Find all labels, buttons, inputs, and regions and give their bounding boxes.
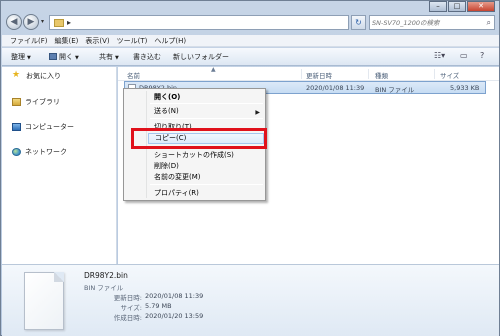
- nav-label: コンピューター: [25, 123, 74, 131]
- menu-help[interactable]: ヘルプ(H): [154, 35, 186, 46]
- column-modified[interactable]: 更新日時: [306, 70, 332, 80]
- column-name[interactable]: 名前: [127, 70, 140, 80]
- forward-button[interactable]: ▶: [23, 14, 39, 30]
- menu-separator: [150, 118, 263, 119]
- details-filename: DR98Y2.bin: [84, 271, 128, 280]
- refresh-button[interactable]: ↻: [351, 15, 366, 30]
- nav-label: ライブラリ: [25, 98, 60, 106]
- column-headers: ▲ 名前 更新日時 種類 サイズ: [118, 66, 499, 81]
- details-size-value: 5.79 MB: [145, 302, 172, 310]
- nav-item-computer[interactable]: コンピューター: [12, 122, 74, 132]
- window-controls: – □ ✕: [428, 1, 495, 13]
- menu-separator: [150, 184, 263, 185]
- share-label: 共有: [99, 53, 113, 61]
- menu-tools[interactable]: ツール(T): [117, 35, 148, 46]
- menu-bar: ファイル(F) 編集(E) 表示(V) ツール(T) ヘルプ(H): [2, 35, 499, 47]
- minimize-button[interactable]: –: [429, 1, 447, 12]
- organize-label: 整理: [11, 53, 25, 61]
- details-modified-value: 2020/01/08 11:39: [145, 292, 204, 300]
- back-button[interactable]: ◀: [6, 14, 22, 30]
- nav-label: ネットワーク: [25, 148, 67, 156]
- recent-pages-dropdown-icon[interactable]: ▾: [41, 18, 44, 25]
- computer-icon: [12, 123, 21, 131]
- share-button[interactable]: 共有 ▼: [99, 52, 119, 63]
- file-size: 5,933 KB: [450, 84, 480, 92]
- column-divider[interactable]: [368, 69, 369, 79]
- menu-view[interactable]: 表示(V): [85, 35, 109, 46]
- burn-label: 書き込む: [133, 53, 161, 61]
- details-size-label: サイズ:: [120, 304, 143, 312]
- close-button[interactable]: ✕: [467, 1, 495, 12]
- menu-item-open[interactable]: 開く(O): [154, 92, 180, 102]
- details-type: BIN ファイル: [84, 284, 124, 292]
- menu-item-send-to[interactable]: 送る(N): [154, 106, 179, 116]
- nav-item-network[interactable]: ネットワーク: [12, 147, 67, 157]
- star-icon: ★: [12, 70, 21, 80]
- column-size[interactable]: サイズ: [440, 70, 459, 80]
- copy-highlight-box: [131, 128, 267, 149]
- title-bar: ◀ ▶ ▾ ▸ ↻ ⌕ – □ ✕: [1, 1, 499, 35]
- chevron-down-icon: ▼: [75, 55, 79, 61]
- view-options-icon[interactable]: ☷▾: [434, 51, 445, 60]
- network-icon: [12, 148, 21, 156]
- chevron-down-icon: ▼: [27, 55, 31, 61]
- column-type[interactable]: 種類: [375, 70, 388, 80]
- nav-item-favorites[interactable]: ★ お気に入り: [12, 71, 61, 81]
- menu-item-delete[interactable]: 削除(D): [154, 161, 179, 171]
- explorer-window: ◀ ▶ ▾ ▸ ↻ ⌕ – □ ✕ ファイル(F) 編集(E) 表示(V) ツー…: [0, 0, 500, 336]
- menu-edit[interactable]: 編集(E): [55, 35, 79, 46]
- open-label: 開く: [59, 53, 73, 61]
- details-created-label: 作成日時:: [113, 314, 142, 322]
- library-icon: [12, 98, 21, 106]
- menu-item-rename[interactable]: 名前の変更(M): [154, 172, 201, 182]
- nav-label: お気に入り: [26, 72, 61, 80]
- sort-up-icon: ▲: [211, 66, 216, 73]
- menu-item-create-shortcut[interactable]: ショートカットの作成(S): [154, 150, 234, 160]
- details-pane: DR98Y2.bin BIN ファイル 更新日時: 2020/01/08 11:…: [2, 264, 499, 336]
- column-divider[interactable]: [301, 69, 302, 79]
- open-icon: [49, 53, 57, 60]
- menu-item-properties[interactable]: プロパティ(R): [154, 188, 199, 198]
- preview-pane-icon[interactable]: ▭: [460, 51, 468, 60]
- folder-icon: [54, 19, 64, 27]
- open-button[interactable]: 開く ▼: [49, 52, 79, 63]
- details-created-value: 2020/01/20 13:59: [145, 312, 204, 320]
- search-icon: ⌕: [486, 18, 491, 27]
- new-folder-button[interactable]: 新しいフォルダー: [173, 52, 229, 62]
- nav-item-libraries[interactable]: ライブラリ: [12, 97, 60, 107]
- menu-separator: [150, 103, 263, 104]
- new-folder-label: 新しいフォルダー: [173, 53, 229, 61]
- address-breadcrumb[interactable]: ▸: [67, 18, 71, 27]
- details-modified-label: 更新日時:: [113, 294, 142, 302]
- file-type: BIN ファイル: [375, 86, 415, 94]
- address-bar[interactable]: ▸: [49, 15, 349, 30]
- menu-file[interactable]: ファイル(F): [10, 35, 48, 46]
- organize-button[interactable]: 整理 ▼: [11, 52, 31, 63]
- burn-button[interactable]: 書き込む: [133, 52, 161, 62]
- chevron-down-icon: ▼: [115, 55, 119, 61]
- search-box[interactable]: ⌕: [369, 15, 495, 30]
- search-input[interactable]: [372, 17, 482, 28]
- column-divider[interactable]: [434, 69, 435, 79]
- help-icon[interactable]: ?: [480, 51, 484, 60]
- file-thumbnail: [24, 272, 64, 330]
- file-modified: 2020/01/08 11:39: [306, 84, 365, 92]
- submenu-arrow-icon: ▶: [255, 109, 260, 116]
- navigation-pane: ★ お気に入り ライブラリ コンピューター ネットワーク: [2, 67, 117, 264]
- maximize-button[interactable]: □: [448, 1, 466, 12]
- command-bar: 整理 ▼ 開く ▼ 共有 ▼ 書き込む 新しいフォルダー ☷▾ ▭ ?: [2, 48, 499, 66]
